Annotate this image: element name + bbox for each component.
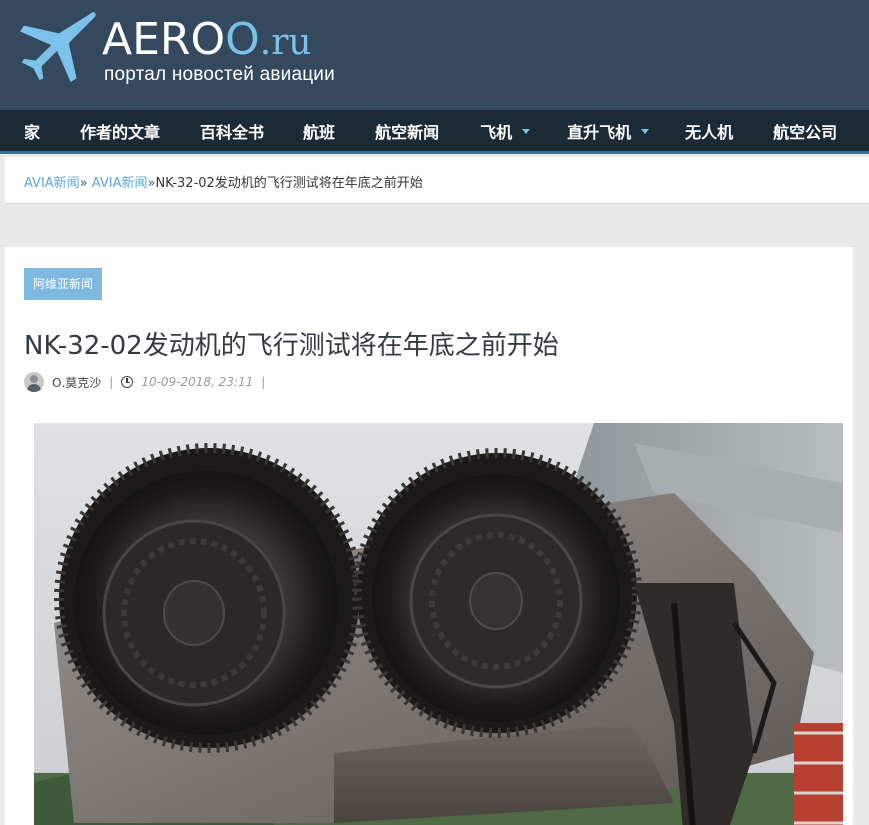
nav-item-helicopters[interactable]: 直升飞机 [567,110,650,151]
article: 阿维亚新闻 NK-32-02发动机的飞行测试将在年底之前开始 О.莫克沙 | 1… [5,247,853,825]
nav-item-author-articles[interactable]: 作者的文章 [80,110,160,151]
article-title: NK-32-02发动机的飞行测试将在年底之前开始 [24,331,559,361]
chevron-down-icon [522,129,531,134]
nav-item-label: 作者的文章 [80,122,161,142]
nav-item-airplanes[interactable]: 飞机 [480,110,531,151]
nav-item-aviation-news[interactable]: 航空新闻 [375,110,439,151]
site-header: AEROO.ru портал новостей авиации [0,0,869,110]
article-meta: О.莫克沙 | 10-09-2018, 23:11 | [24,371,273,393]
nav-item-label: 无人机 [685,122,734,142]
article-image-engine-nozzles [34,423,843,825]
nav-item-home[interactable]: 家 [24,110,40,151]
article-datetime: 10-09-2018, 23:11 [141,375,254,389]
breadcrumb-link-avia-news[interactable]: AVIA新闻 [24,176,80,191]
logo-tld-text: .ru [259,22,312,63]
logo-main-text: AERO [102,14,226,65]
clock-icon [121,376,134,388]
main-nav: 家 作者的文章 百科全书 航班 航空新闻 飞机 直升飞机 无人机 航空公司 [0,110,869,154]
logo-o-text: O [225,14,260,65]
engine-nozzles-photo [34,423,843,825]
nav-item-label: 航班 [303,122,336,142]
site-logo[interactable]: AEROO.ru портал новостей авиации [20,10,350,90]
nav-item-airlines[interactable]: 航空公司 [773,110,837,151]
logo-title: AEROO.ru [102,16,312,67]
category-badge[interactable]: 阿维亚新闻 [24,268,103,300]
nav-item-flights[interactable]: 航班 [303,110,335,151]
nav-item-label: 直升飞机 [567,122,632,142]
nav-item-label: 航空新闻 [375,122,440,142]
nav-item-encyclopedia[interactable]: 百科全书 [200,110,264,151]
logo-subtitle: портал новостей авиации [104,64,335,85]
meta-separator: | [109,375,114,389]
meta-separator: | [261,375,266,389]
nav-item-label: 飞机 [480,122,513,142]
chevron-down-icon [641,129,650,134]
breadcrumb-current: NK-32-02发动机的飞行测试将在年底之前开始 [155,176,423,191]
airplane-logo-icon [20,12,96,83]
nav-item-label: 家 [24,122,41,142]
author-name[interactable]: О.莫克沙 [52,374,101,391]
nav-item-label: 百科全书 [200,122,265,142]
breadcrumb-bar: AVIA新闻» AVIA新闻»NK-32-02发动机的飞行测试将在年底之前开始 [5,157,869,204]
nav-item-drones[interactable]: 无人机 [685,110,733,151]
breadcrumb: AVIA新闻» AVIA新闻»NK-32-02发动机的飞行测试将在年底之前开始 [24,172,423,191]
nav-item-label: 航空公司 [773,122,838,142]
breadcrumb-separator: » [79,176,88,191]
breadcrumb-link-avia-news-2[interactable]: AVIA新闻 [92,176,148,191]
author-avatar [24,372,44,392]
